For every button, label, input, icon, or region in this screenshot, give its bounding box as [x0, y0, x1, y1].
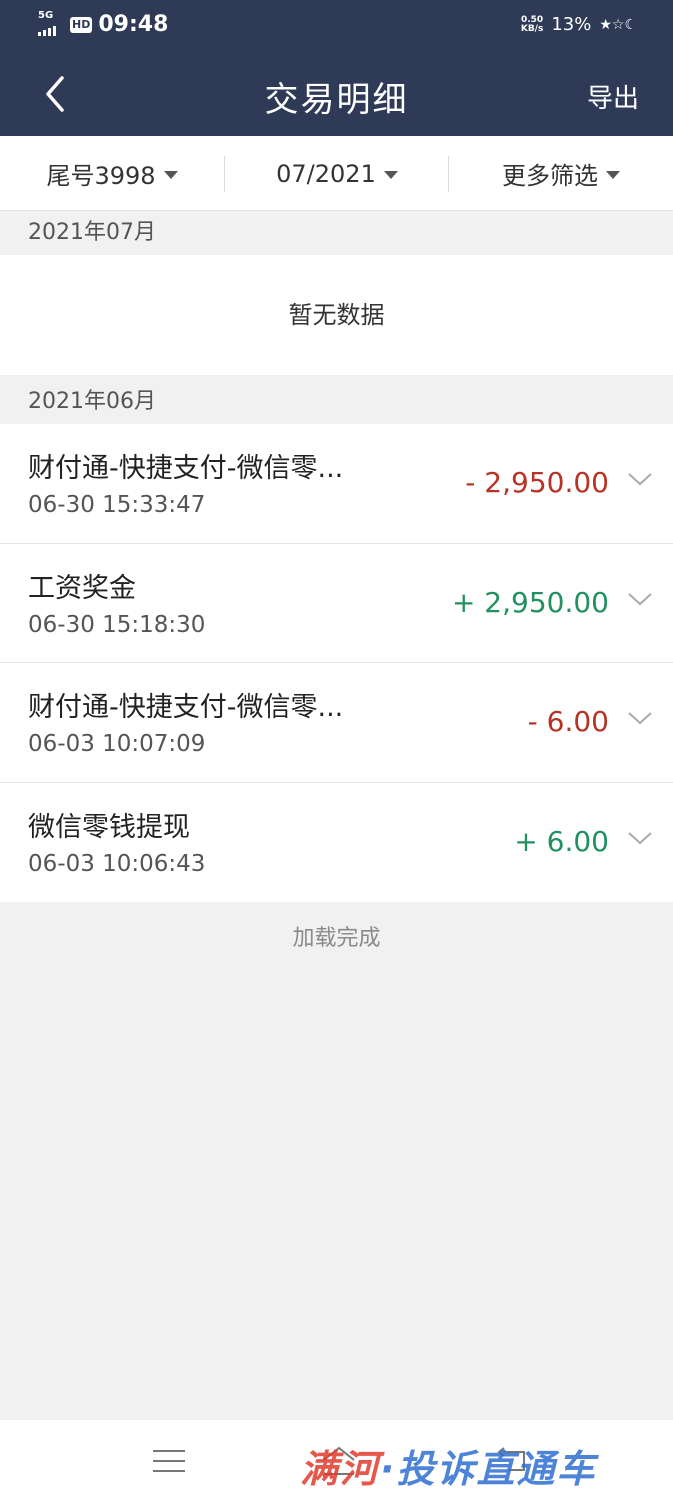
transaction-amount: + 6.00 [514, 824, 609, 858]
transaction-title: 财付通-快捷支付-微信零... [28, 453, 344, 484]
load-status: 加载完成 [292, 926, 381, 951]
transaction-time: 06-30 15:18:30 [28, 611, 206, 638]
transaction-row[interactable]: 工资奖金 06-30 15:18:30 + 2,950.00 [0, 544, 673, 663]
month-header: 2021年07月 [0, 211, 673, 255]
transaction-title: 工资奖金 [28, 572, 136, 604]
export-button[interactable]: 导出 [587, 78, 639, 115]
app-header: 5G HD 09:48 0.50 KB/s 13% ★☆☾ 交易明细 导出 [0, 0, 673, 136]
transaction-row[interactable]: 微信零钱提现 06-03 10:06:43 + 6.00 [0, 783, 673, 903]
transaction-amount: - 2,950.00 [465, 466, 609, 499]
transaction-row[interactable]: 财付通-快捷支付-微信零... 06-03 10:07:09 - 6.00 [0, 663, 673, 783]
status-bar: 5G HD 09:48 0.50 KB/s 13% ★☆☾ [0, 0, 673, 52]
watermark-logo: 满河·投诉直通车 [300, 1447, 597, 1491]
signal-icon: 5G [38, 10, 64, 36]
caret-down-icon [383, 170, 398, 179]
transaction-amount: - 6.00 [527, 705, 609, 738]
filter-bar: 尾号3998 07/2021 更多筛选 [0, 136, 673, 211]
battery-level: 13% [551, 14, 592, 35]
caret-down-icon [163, 170, 178, 179]
transaction-list: 财付通-快捷支付-微信零... 06-30 15:33:47 - 2,950.0… [0, 424, 673, 902]
caret-down-icon [606, 170, 620, 179]
month-filter[interactable]: 07/2021 [225, 136, 449, 211]
status-time: 09:48 [98, 12, 169, 37]
transaction-title: 财付通-快捷支付-微信零... [28, 692, 344, 723]
transaction-time: 06-03 10:06:43 [28, 850, 206, 877]
system-nav-bar: 满河·投诉直通车 [0, 1420, 673, 1500]
menu-icon[interactable] [153, 1448, 185, 1474]
transaction-amount: + 2,950.00 [451, 585, 609, 619]
transaction-row[interactable]: 财付通-快捷支付-微信零... 06-30 15:33:47 - 2,950.0… [0, 424, 673, 544]
month-header: 2021年06月 [0, 380, 673, 424]
net-speed: 0.50 KB/s [520, 14, 544, 34]
chevron-down-icon [628, 831, 652, 844]
empty-state: 暂无数据 [0, 255, 673, 375]
do-not-disturb-icon: ★☆☾ [599, 16, 637, 33]
chevron-down-icon [628, 473, 652, 486]
transaction-time: 06-03 10:07:09 [28, 731, 206, 757]
month-filter-label: 07/2021 [276, 159, 376, 188]
hd-badge: HD [70, 16, 93, 33]
account-filter-label: 尾号3998 [46, 162, 156, 190]
transaction-title: 微信零钱提现 [28, 811, 190, 843]
account-filter[interactable]: 尾号3998 [0, 136, 224, 211]
transaction-time: 06-30 15:33:47 [28, 492, 206, 518]
chevron-down-icon [628, 712, 652, 725]
more-filter[interactable]: 更多筛选 [449, 136, 673, 211]
chevron-down-icon [628, 592, 652, 605]
more-filter-label: 更多筛选 [502, 162, 598, 190]
page-title: 交易明细 [264, 80, 409, 120]
